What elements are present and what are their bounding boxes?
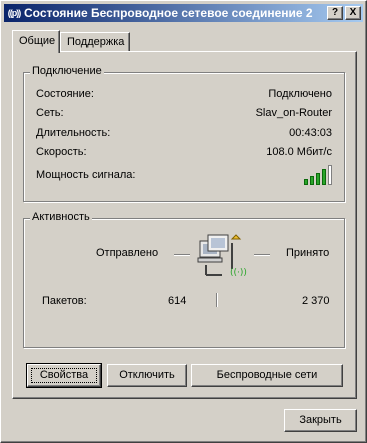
speed-value: 108.0 Мбит/с (266, 146, 332, 158)
network-label: Сеть: (36, 107, 64, 119)
network-row: Сеть: Slav_on-Router (36, 107, 332, 121)
duration-row: Длительность: 00:43:03 (36, 127, 332, 141)
duration-label: Длительность: (36, 127, 111, 139)
properties-button[interactable]: Свойства (26, 363, 102, 388)
close-button[interactable]: Закрыть (284, 409, 357, 432)
title-bar[interactable]: ((p)) Состояние Беспроводное сетевое сое… (4, 4, 363, 22)
tab-support[interactable]: Поддержка (60, 32, 130, 52)
wireless-networks-button[interactable]: Беспроводные сети (191, 364, 343, 387)
activity-group-label: Активность (30, 211, 92, 223)
close-window-button[interactable]: X (345, 6, 361, 20)
status-row: Состояние: Подключено (36, 88, 332, 102)
connection-group-label: Подключение (30, 65, 104, 77)
wireless-connection-icon: ((p)) (7, 8, 22, 18)
signal-strength-icon (304, 165, 332, 185)
packets-received-value: 2 370 (302, 295, 330, 307)
status-dialog: ((p)) Состояние Беспроводное сетевое сое… (0, 0, 367, 443)
signal-label: Мощность сигнала: (36, 169, 136, 181)
help-button[interactable]: ? (327, 6, 343, 20)
packets-sent-value: 614 (168, 295, 187, 307)
activity-group: Активность Отправлено ((·)) Принято Паке… (23, 211, 345, 348)
speed-row: Скорость: 108.0 Мбит/с (36, 146, 332, 160)
received-label: Принято (286, 247, 330, 259)
tab-panel-general: Подключение Состояние: Подключено Сеть: … (12, 51, 357, 399)
status-label: Состояние: (36, 88, 94, 100)
network-computers-icon: ((·)) (197, 234, 247, 278)
network-value: Slav_on-Router (255, 107, 332, 119)
speed-label: Скорость: (36, 146, 87, 158)
window-title: Состояние Беспроводное сетевое соединени… (24, 6, 313, 20)
packets-divider (216, 293, 217, 307)
tab-general[interactable]: Общие (12, 30, 60, 53)
packets-label: Пакетов: (42, 295, 87, 307)
disconnect-button[interactable]: Отключить (107, 364, 187, 387)
signal-row: Мощность сигнала: (36, 169, 332, 183)
received-line (254, 254, 270, 255)
status-value: Подключено (268, 88, 332, 100)
sent-line (174, 254, 190, 255)
duration-value: 00:43:03 (289, 127, 332, 139)
svg-text:((·)): ((·)) (230, 268, 247, 278)
connection-group: Подключение Состояние: Подключено Сеть: … (23, 65, 345, 202)
sent-label: Отправлено (96, 247, 159, 259)
